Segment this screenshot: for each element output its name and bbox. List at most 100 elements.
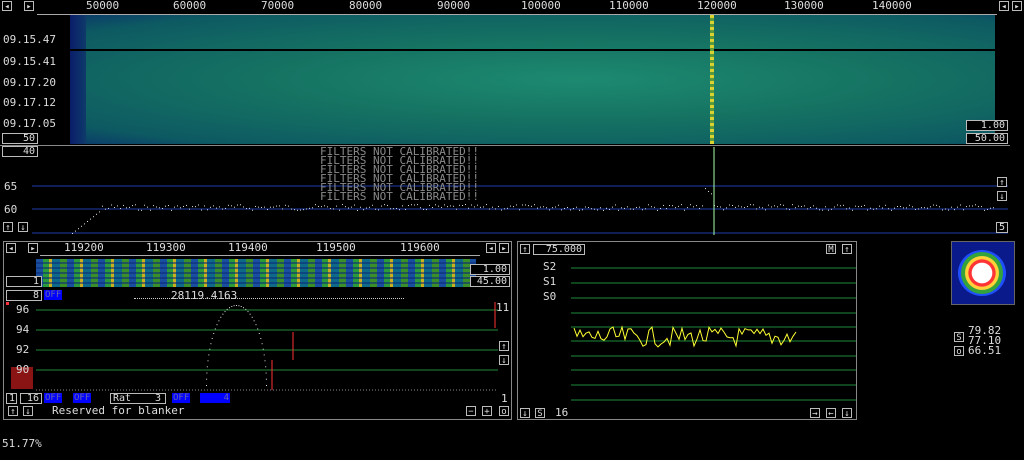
bb-off-toggle-3[interactable]: OFF [73, 393, 92, 403]
spectrum-dot [144, 204, 145, 206]
smeter-s-label: S1 [543, 275, 557, 288]
scroll-right-button[interactable]: ▸ [24, 1, 34, 12]
spectrum-y-label: 65 [4, 180, 18, 193]
smeter-graph[interactable] [568, 262, 856, 410]
spectrum-dot [924, 207, 925, 209]
right-s-button[interactable]: S [954, 332, 964, 343]
smeter-up-button[interactable]: ↑ [520, 244, 530, 255]
spectrum-dot [969, 205, 970, 207]
bb-minus-button[interactable]: − [466, 406, 476, 417]
spectrum-dot [714, 205, 715, 207]
right-o-button[interactable]: o [954, 346, 964, 357]
spectrum-dot [216, 207, 217, 209]
spectrum-dot [582, 209, 583, 211]
spectrum-dot [408, 205, 409, 207]
spectrum-dot [393, 208, 394, 210]
spectrum-dot [123, 204, 124, 206]
spectrum-dot [399, 209, 400, 211]
spectrum-dot [708, 190, 709, 192]
smeter-up-right-button[interactable]: ↑ [842, 244, 852, 255]
spectrum-dot [501, 209, 502, 211]
spectrum-down-button[interactable]: ↓ [18, 222, 28, 233]
bb-rat-box[interactable]: Rat 3 [110, 393, 166, 404]
spectrum-dot [201, 209, 202, 211]
ruler-tick-label: 120000 [697, 0, 737, 12]
bb-down-button[interactable]: ↓ [499, 355, 509, 366]
bb-bottom-up-button[interactable]: ↑ [8, 406, 18, 417]
spectrum-dot [558, 204, 559, 206]
spectrum-dot [765, 209, 766, 211]
bb-off-toggle[interactable]: OFF [44, 290, 63, 300]
bb-spectrum-graph[interactable] [36, 302, 498, 392]
spectrum-dot [108, 207, 109, 209]
scroll-left-end-button[interactable]: ◂ [999, 1, 1009, 12]
spectrum-dot [777, 206, 778, 208]
ruler-tick-label: 50000 [86, 0, 120, 12]
spectrum-dot [279, 205, 280, 207]
spectrum-scale-up-button[interactable]: ↑ [997, 177, 1007, 188]
bb-left-box[interactable]: 1 [6, 276, 42, 287]
spectrum-dot [291, 208, 292, 210]
spectrum-dot [783, 204, 784, 206]
spectrum-dot [711, 193, 712, 195]
smeter-left-button[interactable]: ← [826, 408, 836, 419]
spectrum-dot [366, 207, 367, 209]
spectrum-dot [75, 230, 76, 232]
spectrum-dot [903, 207, 904, 209]
bb-scroll-right-button[interactable]: ▸ [28, 243, 38, 254]
bb-ctrl-a[interactable]: 1 [6, 393, 17, 404]
bb-o-button[interactable]: o [499, 406, 509, 417]
spectrum-dot [441, 206, 442, 208]
smeter-down-button[interactable]: ↓ [520, 408, 530, 419]
spectrum-dot [114, 206, 115, 208]
waterfall-scale-bottom-box[interactable]: 50.00 [966, 133, 1008, 144]
smeter-s-label: S2 [543, 260, 557, 273]
spectrum-dot [837, 204, 838, 206]
spectrum-dot [813, 205, 814, 207]
spectrum-dot [378, 209, 379, 211]
spectrum-avg-box[interactable]: 5 [996, 222, 1008, 233]
bb-bottom-down-button[interactable]: ↓ [23, 406, 33, 417]
spectrum-dot [537, 207, 538, 209]
spectrum-dot [438, 205, 439, 207]
bb-scroll-right-end-button[interactable]: ▸ [499, 243, 509, 254]
spectrum-dot [876, 208, 877, 210]
bb-waterfall[interactable] [36, 259, 476, 287]
smeter-down-right-button[interactable]: ↓ [842, 408, 852, 419]
bb-up-button[interactable]: ↑ [499, 341, 509, 352]
spectrum-dot [213, 205, 214, 207]
bb-count-box[interactable]: 8 [6, 290, 42, 301]
spectrum-scale-down-button[interactable]: ↓ [997, 191, 1007, 202]
smeter-s-button[interactable]: S [535, 408, 545, 419]
bb-plus-button[interactable]: + [482, 406, 492, 417]
spectrum-dot [666, 208, 667, 210]
spectrum-display[interactable] [32, 147, 1008, 235]
scroll-right-end-button[interactable]: ▸ [1012, 1, 1022, 12]
spectrum-dot [825, 206, 826, 208]
spectrum-dot [297, 209, 298, 211]
smeter-m-button[interactable]: M [826, 244, 836, 255]
waterfall-gain-box[interactable]: 50 [2, 133, 38, 144]
bb-curve-dot [240, 306, 242, 307]
smeter-scale-box[interactable]: 75.000 [533, 244, 585, 255]
bb-off-value[interactable]: 4 [200, 393, 230, 403]
scroll-left-button[interactable]: ◂ [2, 1, 12, 12]
bb-scale-bottom-box[interactable]: 45.00 [470, 276, 510, 287]
bb-scroll-left-button[interactable]: ◂ [6, 243, 16, 254]
bb-off-toggle-4[interactable]: OFF [172, 393, 191, 403]
waterfall-scale-top-box[interactable]: 1.00 [966, 120, 1008, 131]
spectrum-dot [228, 204, 229, 206]
smeter-right-button[interactable]: → [810, 408, 820, 419]
spectrum-dot [234, 206, 235, 208]
bb-curve-dot [231, 306, 233, 307]
spectrum-dot [309, 207, 310, 209]
spectrum-up-button[interactable]: ↑ [3, 222, 13, 233]
bb-off-toggle-2[interactable]: OFF [44, 393, 63, 403]
spectrum-dot [177, 205, 178, 207]
bb-scroll-left-end-button[interactable]: ◂ [486, 243, 496, 254]
bb-scale-top-box[interactable]: 1.00 [470, 264, 510, 275]
spectrum-dot [774, 205, 775, 207]
bb-curve-dot [233, 305, 235, 307]
bb-ctrl-num[interactable]: 16 [20, 393, 42, 404]
waterfall-display[interactable] [70, 15, 995, 144]
